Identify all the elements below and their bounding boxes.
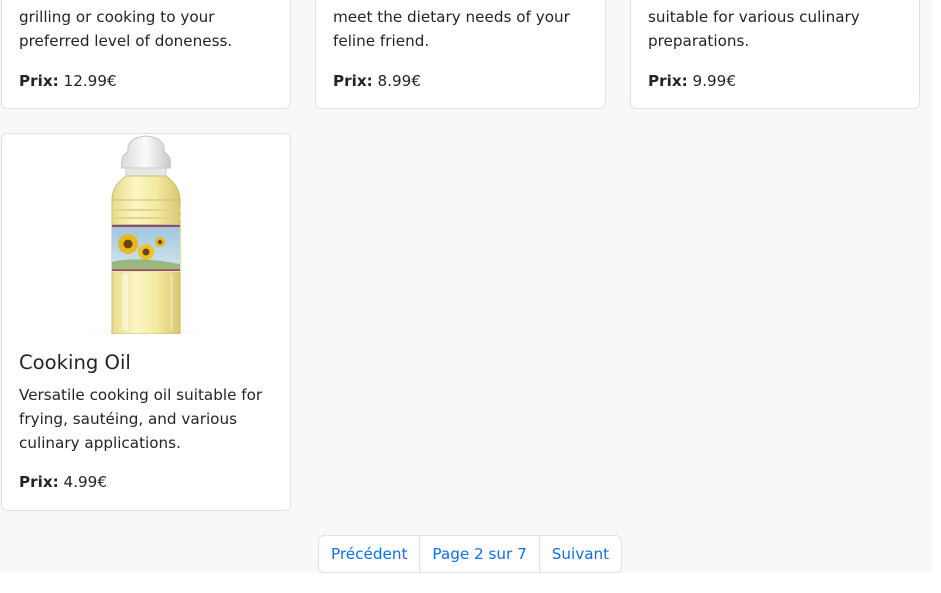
price-value: 9.99€	[692, 72, 737, 90]
product-card[interactable]: Cooking Oil Versatile cooking oil suitab…	[1, 133, 291, 511]
product-price: Prix: 8.99€	[333, 69, 593, 93]
price-label: Prix:	[19, 473, 59, 491]
price-label: Prix:	[333, 72, 373, 90]
previous-page-link[interactable]: Précédent	[319, 536, 419, 572]
product-price: Prix: 4.99€	[19, 470, 278, 494]
product-image	[2, 134, 290, 334]
price-label: Prix:	[648, 72, 688, 90]
price-value: 12.99€	[63, 72, 117, 90]
next-page-link[interactable]: Suivant	[538, 536, 621, 572]
product-card[interactable]: grilling or cooking to your preferred le…	[1, 0, 291, 109]
price-label: Prix:	[19, 72, 59, 90]
product-description: meet the dietary needs of your feline fr…	[333, 8, 570, 50]
price-value: 8.99€	[377, 72, 422, 90]
product-card[interactable]: meet the dietary needs of your feline fr…	[315, 0, 606, 109]
current-page-indicator[interactable]: Page 2 sur 7	[419, 536, 538, 572]
product-listing-page: grilling or cooking to your preferred le…	[0, 0, 941, 593]
product-title: Cooking Oil	[19, 351, 131, 374]
product-description: suitable for various culinary preparatio…	[648, 8, 860, 50]
price-value: 4.99€	[63, 473, 108, 491]
product-card[interactable]: suitable for various culinary preparatio…	[630, 0, 920, 109]
pagination: Précédent Page 2 sur 7 Suivant	[318, 535, 623, 573]
product-price: Prix: 9.99€	[648, 69, 907, 93]
product-price: Prix: 12.99€	[19, 69, 278, 93]
product-description: grilling or cooking to your preferred le…	[19, 8, 233, 50]
oil-bottle-icon	[81, 135, 211, 334]
product-description: Versatile cooking oil suitable for fryin…	[19, 386, 263, 452]
